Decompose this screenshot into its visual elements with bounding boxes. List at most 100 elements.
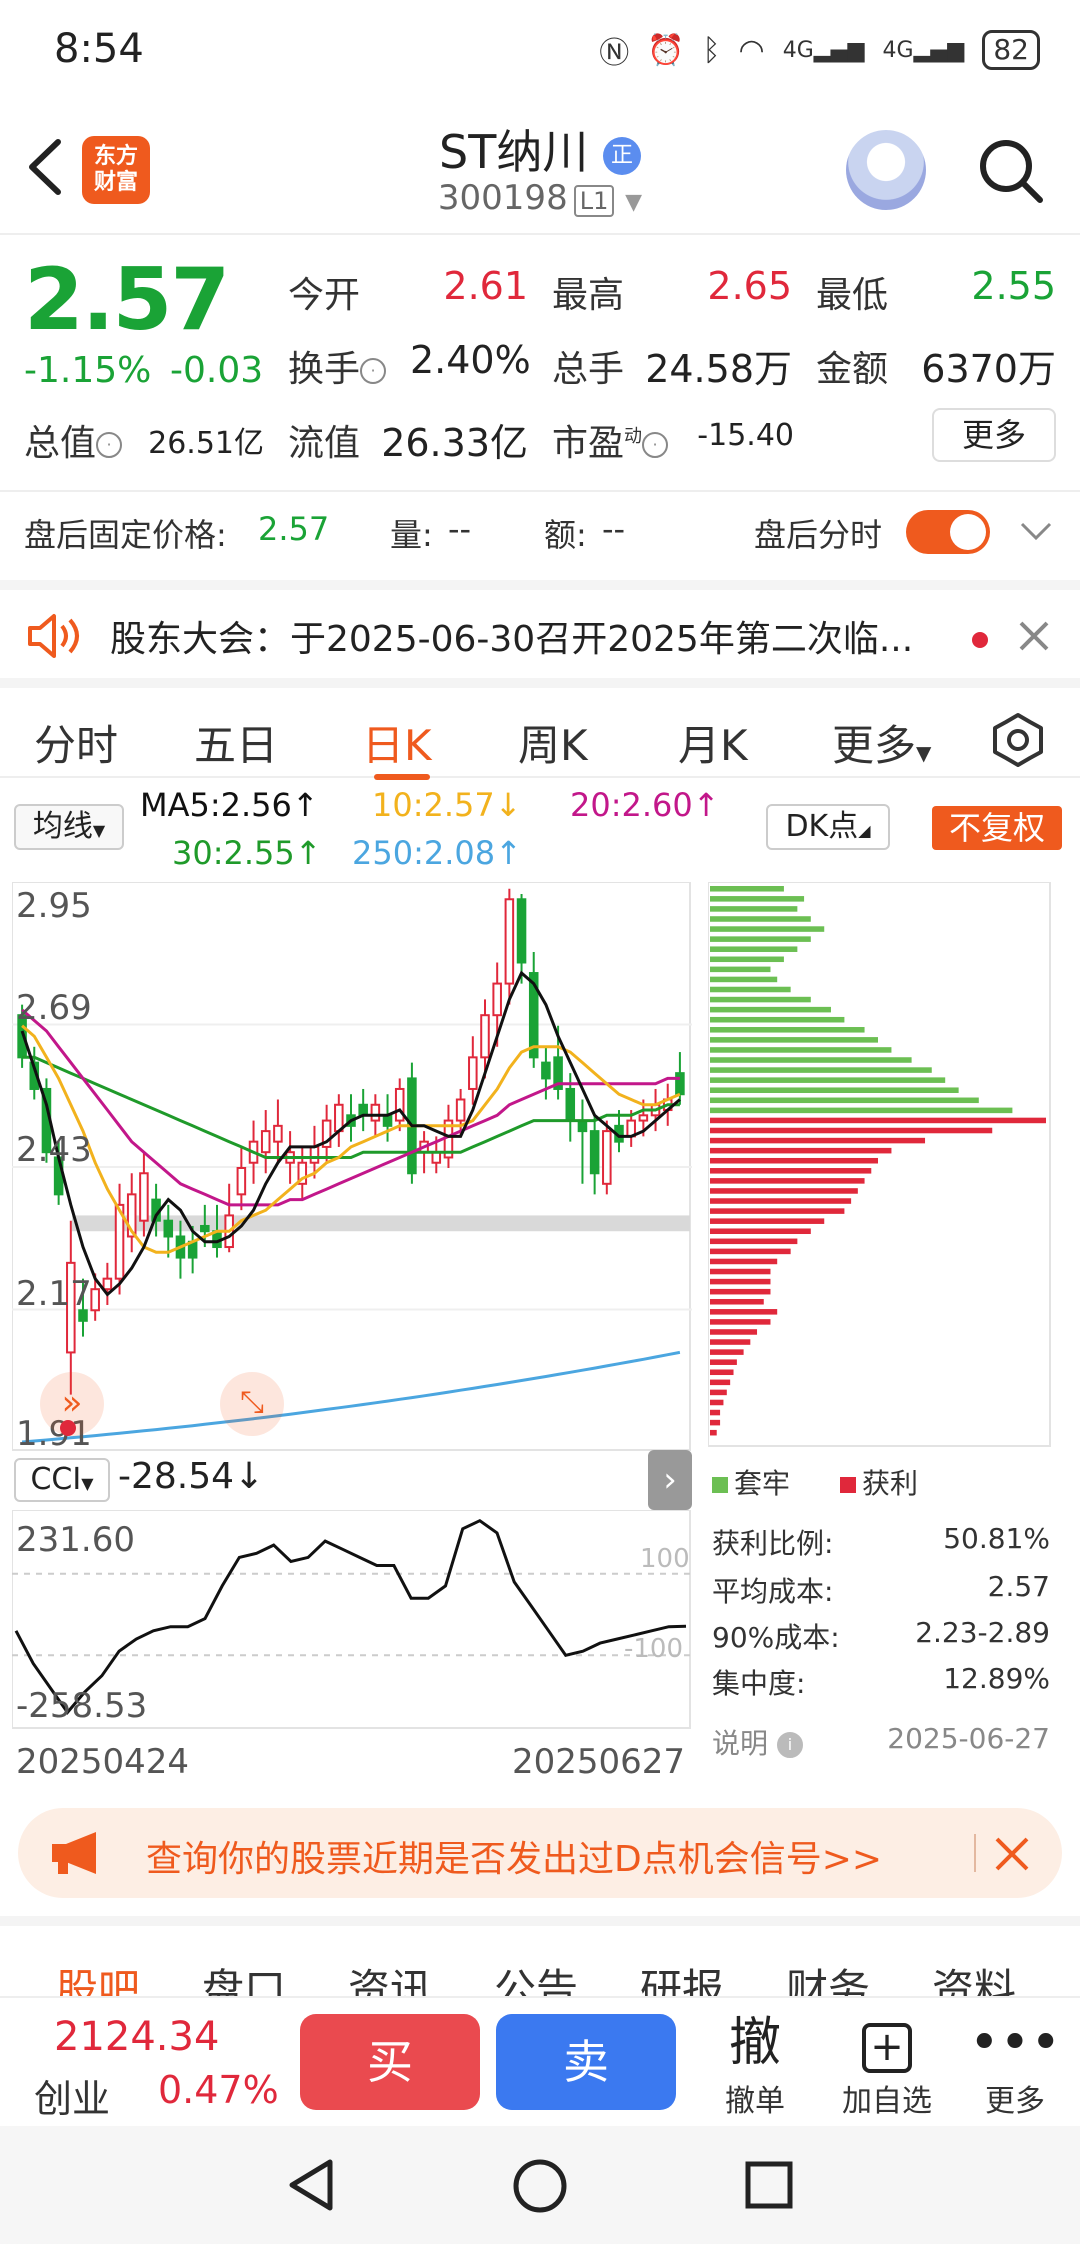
- system-nav-bar: [0, 2126, 1080, 2244]
- chip-bar-profit: [710, 1157, 878, 1164]
- add-watchlist-button[interactable]: + 加自选: [832, 2010, 942, 2120]
- tab-intraday[interactable]: 分时: [34, 712, 118, 773]
- chip-bar-profit: [710, 1349, 744, 1355]
- candle-body: [431, 1151, 442, 1164]
- ad-text[interactable]: 查询你的股票近期是否发出过D点机会信号>>: [146, 1830, 882, 1882]
- ai-assistant-avatar[interactable]: [846, 130, 926, 210]
- dk-point-selector[interactable]: DK点◢: [766, 804, 890, 850]
- candle-body: [309, 1145, 320, 1164]
- chip-bar-profit: [710, 1369, 734, 1376]
- wifi-icon: ◠: [738, 32, 765, 68]
- tab-five-day[interactable]: 五日: [194, 712, 278, 773]
- cost90-label: 90%成本:: [712, 1621, 840, 1654]
- chip-bar-trapped: [710, 966, 771, 973]
- info-icon[interactable]: ·: [642, 432, 669, 458]
- chip-bar-trapped: [710, 946, 798, 952]
- search-icon[interactable]: [976, 136, 1046, 206]
- chip-bar-trapped: [710, 926, 825, 932]
- after-hours-toggle-label: 盘后分时: [754, 516, 883, 554]
- sell-button[interactable]: 卖: [496, 2014, 676, 2110]
- kline-chart[interactable]: [12, 882, 692, 1452]
- concentration-label: 集中度:: [712, 1667, 806, 1700]
- ma-selector[interactable]: 均线▼: [14, 804, 124, 850]
- low-value: 2.55: [971, 264, 1056, 308]
- chip-bar-trapped: [710, 1047, 892, 1053]
- candle-body: [589, 1130, 600, 1175]
- chip-bar-profit: [710, 1319, 771, 1325]
- y-tick-label: 2.43: [16, 1130, 92, 1170]
- chip-bar-profit: [710, 1298, 764, 1305]
- x-start-label: 20250424: [16, 1742, 190, 1782]
- chip-bar-profit: [710, 1238, 798, 1245]
- plus-square-icon: +: [832, 2010, 942, 2076]
- chevron-down-icon[interactable]: [1020, 520, 1052, 542]
- chip-bar-profit: [710, 1359, 737, 1365]
- info-icon[interactable]: ·: [360, 358, 387, 384]
- nav-home-icon[interactable]: [512, 2158, 568, 2214]
- tab-daily-k[interactable]: 日K: [362, 712, 432, 773]
- buy-button[interactable]: 买: [300, 2014, 480, 2110]
- chip-bar-profit: [710, 1429, 717, 1436]
- ad-banner[interactable]: 查询你的股票近期是否发出过D点机会信号>>: [18, 1808, 1062, 1898]
- nav-recents-icon[interactable]: [744, 2160, 794, 2210]
- more-button[interactable]: ••• 更多: [960, 2010, 1070, 2120]
- chip-distribution: [708, 882, 1051, 1447]
- info-icon[interactable]: i: [776, 1732, 803, 1758]
- chip-bar-profit: [710, 1248, 791, 1255]
- header: 东方 财富 ST纳川 正 300198 L1 ▼: [0, 100, 1080, 235]
- float-value: 26.33亿: [381, 421, 528, 465]
- notice-bar[interactable]: 股东大会：于2025-06-30召开2025年第二次临...: [0, 580, 1080, 680]
- chip-bar-trapped: [710, 1077, 946, 1083]
- candle-body: [492, 982, 502, 1017]
- profit-ratio-label: 获利比例:: [712, 1527, 834, 1560]
- index-value[interactable]: 2124.34: [54, 2014, 219, 2060]
- chip-bar-trapped: [710, 1027, 865, 1033]
- candle-body: [358, 1103, 368, 1117]
- adjust-button[interactable]: 不复权: [932, 806, 1062, 850]
- divider: [974, 1834, 976, 1872]
- more-quote-button[interactable]: 更多: [932, 408, 1056, 462]
- change-amount: -0.03: [170, 350, 264, 391]
- candle-body: [577, 1119, 588, 1133]
- candle-body: [638, 1114, 649, 1122]
- chart-tabs: 分时 五日 日K 周K 月K 更多▼: [0, 678, 1080, 780]
- gear-icon[interactable]: [990, 712, 1046, 768]
- chip-bar-trapped: [710, 886, 784, 892]
- unread-dot: [972, 632, 988, 648]
- chip-bar-profit: [710, 1288, 771, 1295]
- collapse-side-panel-icon[interactable]: ›: [648, 1450, 692, 1510]
- cci-bottom-label: -258.53: [16, 1686, 148, 1726]
- alarm-icon: ⏰: [647, 32, 685, 68]
- close-icon[interactable]: [1018, 620, 1050, 652]
- cci-top-label: 231.60: [16, 1520, 135, 1560]
- expand-icon[interactable]: ⤡: [220, 1372, 284, 1436]
- nfc-icon: Ⓝ: [599, 36, 630, 71]
- chip-note[interactable]: 说明 i: [712, 1722, 803, 1762]
- info-icon[interactable]: ·: [96, 432, 123, 458]
- cancel-order-button[interactable]: 撤 撤单: [700, 2010, 810, 2120]
- tab-more[interactable]: 更多▼: [832, 712, 931, 773]
- candle-body: [260, 1130, 271, 1154]
- chip-bar-trapped: [710, 1057, 912, 1063]
- cci-100-label: 100: [640, 1544, 690, 1574]
- tab-weekly-k[interactable]: 周K: [518, 712, 588, 773]
- tab-monthly-k[interactable]: 月K: [678, 712, 748, 773]
- open-label: 今开: [288, 275, 361, 316]
- chip-bar-profit: [710, 1278, 771, 1285]
- candle-body: [236, 1167, 247, 1196]
- cost90-value: 2.23-2.89: [915, 1616, 1050, 1649]
- index-pct: 0.47%: [158, 2068, 279, 2112]
- trade-bar: 2124.34 创业 0.47% 买 卖 撤 撤单 + 加自选 ••• 更多: [0, 1996, 1080, 2126]
- pe-label: 市盈动 ·: [552, 414, 669, 466]
- close-icon[interactable]: [994, 1836, 1030, 1872]
- cancel-icon: 撤: [728, 2013, 781, 2073]
- nav-back-icon[interactable]: [286, 2158, 336, 2212]
- chip-bar-trapped: [710, 996, 811, 1003]
- cci-selector[interactable]: CCI▼: [14, 1458, 110, 1502]
- status-bar: 8:54 Ⓝ ⏰ ᛒ ◠ 4G▂▄▆ 4G▂▄▆ 82: [0, 0, 1080, 100]
- notice-text[interactable]: 股东大会：于2025-06-30召开2025年第二次临...: [110, 610, 913, 662]
- turnover-value: 2.40%: [410, 338, 531, 382]
- after-hours-amt-label: 额:: [544, 516, 587, 554]
- after-hours-toggle[interactable]: [906, 510, 990, 554]
- chip-bar-trapped: [710, 986, 791, 993]
